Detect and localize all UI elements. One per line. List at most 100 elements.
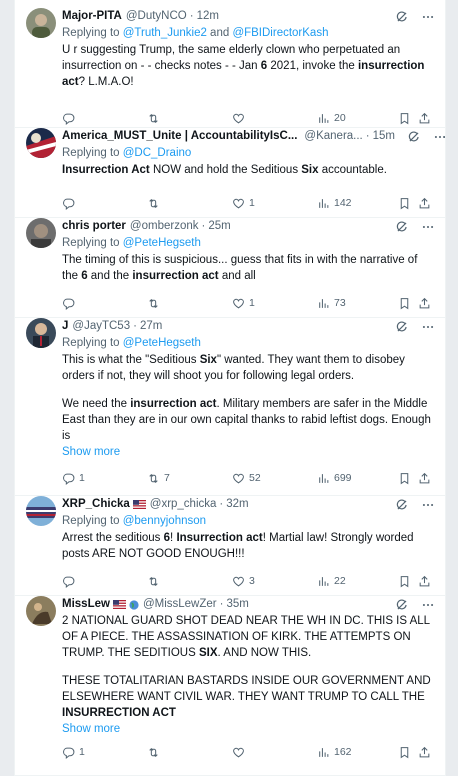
author-handle[interactable]: @MissLewZer (143, 596, 217, 613)
reply-button[interactable] (62, 197, 79, 210)
reply-button[interactable]: 1 (62, 472, 85, 485)
tweet[interactable]: chris porter @omberzonk · 25m Replying to @P… (15, 218, 445, 318)
bookmark-button[interactable] (398, 297, 411, 310)
views-button[interactable]: 142 (317, 197, 352, 210)
author-handle[interactable]: @DutyNCO (126, 8, 187, 25)
author-name[interactable]: chris porter (62, 218, 126, 235)
text-segment: THESE TOTALITARIAN BASTARDS INSIDE OUR G… (62, 675, 431, 703)
grok-icon[interactable] (395, 10, 409, 24)
reply-icon (62, 472, 75, 485)
grok-icon[interactable] (395, 320, 409, 334)
like-button[interactable] (232, 746, 249, 759)
timestamp[interactable]: 35m (226, 596, 248, 613)
views-button[interactable]: 73 (317, 297, 346, 310)
retweet-button[interactable] (147, 297, 164, 310)
share-button[interactable] (418, 575, 431, 588)
views-count: 20 (334, 112, 346, 124)
retweet-button[interactable] (147, 197, 164, 210)
grok-icon[interactable] (395, 498, 409, 512)
like-button[interactable]: 3 (232, 575, 255, 588)
author-name[interactable]: MissLew (62, 596, 110, 613)
grok-icon[interactable] (407, 130, 421, 144)
mention-link[interactable]: @Truth_Junkie2 (123, 27, 207, 39)
mention-link[interactable]: @bennyjohnson (123, 515, 206, 527)
tweet[interactable]: America_MUST_Unite | AccountabilityIsC..… (15, 128, 445, 218)
views-icon (317, 472, 330, 485)
more-icon[interactable] (421, 498, 435, 512)
mention-link[interactable]: @FBIDirectorKash (232, 27, 328, 39)
bookmark-button[interactable] (398, 472, 411, 485)
mention-link[interactable]: @DC_Draino (123, 147, 192, 159)
tweet[interactable]: MissLew @MissLewZer · 35m 2 NATIONAL GUARD S… (15, 596, 445, 776)
grok-icon[interactable] (395, 220, 409, 234)
show-more-link[interactable]: Show more (62, 721, 435, 737)
share-button[interactable] (418, 197, 431, 210)
bookmark-button[interactable] (398, 112, 411, 125)
timestamp[interactable]: 27m (140, 318, 162, 335)
retweet-button[interactable]: 7 (147, 472, 170, 485)
show-more-link[interactable]: Show more (62, 444, 435, 460)
share-button[interactable] (418, 112, 431, 125)
timestamp[interactable]: 12m (197, 8, 219, 25)
reply-button[interactable] (62, 112, 79, 125)
share-button[interactable] (418, 297, 431, 310)
avatar[interactable] (26, 496, 56, 526)
retweet-button[interactable] (147, 746, 164, 759)
views-button[interactable]: 162 (317, 746, 352, 759)
timestamp[interactable]: 25m (208, 218, 230, 235)
share-button[interactable] (418, 746, 431, 759)
avatar[interactable] (26, 318, 56, 348)
more-icon[interactable] (421, 598, 435, 612)
author-name[interactable]: Major-PITA (62, 8, 122, 25)
share-button[interactable] (418, 472, 431, 485)
share-icon (418, 297, 431, 310)
retweet-button[interactable] (147, 112, 164, 125)
author-name[interactable]: America_MUST_Unite | AccountabilityIsC..… (62, 128, 297, 145)
like-button[interactable] (232, 112, 249, 125)
tweet-body: Major-PITA @DutyNCO · 12m Replying to @Truth… (62, 8, 435, 90)
mention-link[interactable]: @PeteHegseth (123, 237, 201, 249)
avatar[interactable] (26, 596, 56, 626)
tweet[interactable]: XRP_Chicka @xrp_chicka · 32m Replying to @be… (15, 496, 445, 596)
tweet-header: chris porter @omberzonk · 25m (62, 218, 435, 235)
avatar[interactable] (26, 8, 56, 38)
like-button[interactable]: 1 (232, 197, 255, 210)
replying-to: Replying to @PeteHegseth (62, 335, 435, 352)
timestamp[interactable]: 32m (226, 496, 248, 513)
mention-link[interactable]: @PeteHegseth (123, 337, 201, 349)
text-segment: This is what the "Seditious (62, 354, 200, 366)
replying-prefix: Replying to (62, 237, 123, 249)
reply-button[interactable]: 1 (62, 746, 85, 759)
bookmark-button[interactable] (398, 575, 411, 588)
tweet-body: chris porter @omberzonk · 25m Replying to @P… (62, 218, 435, 284)
author-handle[interactable]: @JayTC53 (72, 318, 130, 335)
more-icon[interactable] (421, 320, 435, 334)
tweet[interactable]: J @JayTC53 · 27m Replying to @PeteHegseth Thi… (15, 318, 445, 496)
avatar[interactable] (26, 218, 56, 248)
grok-icon[interactable] (395, 598, 409, 612)
avatar[interactable] (26, 128, 56, 158)
timestamp[interactable]: 15m (373, 128, 395, 145)
more-icon[interactable] (421, 10, 435, 24)
like-button[interactable]: 52 (232, 472, 261, 485)
views-button[interactable]: 699 (317, 472, 352, 485)
views-button[interactable]: 20 (317, 112, 346, 125)
author-handle[interactable]: @omberzonk (130, 218, 199, 235)
retweet-button[interactable] (147, 575, 164, 588)
bookmark-button[interactable] (398, 197, 411, 210)
reply-button[interactable] (62, 575, 79, 588)
reply-button[interactable] (62, 297, 79, 310)
author-name[interactable]: XRP_Chicka (62, 496, 130, 513)
author-handle[interactable]: @xrp_chicka (150, 496, 217, 513)
text-segment: and the (87, 270, 133, 282)
views-button[interactable]: 22 (317, 575, 346, 588)
more-icon[interactable] (433, 130, 445, 144)
author-handle[interactable]: @Kanera... (304, 128, 362, 145)
author-name[interactable]: J (62, 318, 68, 335)
like-button[interactable]: 1 (232, 297, 255, 310)
more-icon[interactable] (421, 220, 435, 234)
bookmark-button[interactable] (398, 746, 411, 759)
tweet[interactable]: Major-PITA @DutyNCO · 12m Replying to @Truth… (15, 8, 445, 128)
reply-icon (62, 297, 75, 310)
